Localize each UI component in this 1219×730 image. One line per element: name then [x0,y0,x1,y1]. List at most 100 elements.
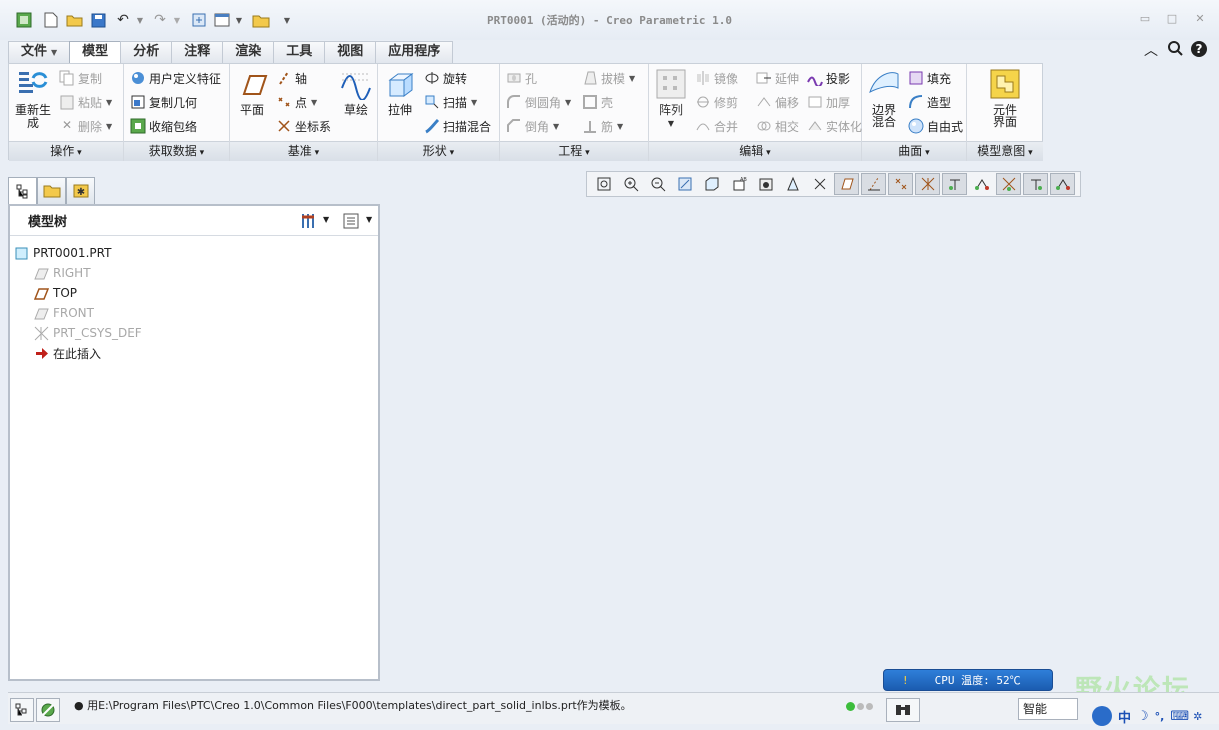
zoom-in-icon[interactable] [618,173,643,195]
group-label-editing[interactable]: 编辑 [649,141,861,161]
tab-model[interactable]: 模型 [69,41,122,64]
tab-tools[interactable]: 工具 [273,41,326,63]
tree-item-front[interactable]: FRONT [34,303,94,323]
help-icon[interactable]: ? [1190,40,1208,60]
copy-button[interactable]: 复制 [59,68,102,88]
hole-button[interactable]: 孔 [506,68,537,88]
favorites-tab-icon[interactable]: ✱ [66,177,95,204]
shell-button[interactable]: 壳 [582,92,613,112]
point-button[interactable]: 点 ▼ [276,92,317,112]
sketch-button[interactable]: 草绘 [338,68,374,117]
point-display-icon[interactable] [888,173,913,195]
find-icon[interactable] [886,698,920,722]
tab-applications[interactable]: 应用程序 [375,41,454,63]
solidify-button[interactable]: 实体化 [807,116,862,136]
spin-center-icon[interactable] [807,173,832,195]
punctuation-icon[interactable]: °, [1155,710,1165,723]
show-options-dropdown-icon[interactable]: ▼ [366,215,372,224]
ime-logo-icon[interactable] [1092,706,1112,726]
ime-mode[interactable]: 中 [1118,707,1131,726]
delete-button[interactable]: ✕ 删除 ▼ [59,116,112,136]
plane-display-icon[interactable] [834,173,859,195]
tab-render[interactable]: 渲染 [222,41,275,63]
sweep-button[interactable]: 扫描 ▼ [424,92,477,112]
tab-file[interactable]: 文件 ▼ [8,41,71,63]
datum-tag-icon[interactable] [996,173,1021,195]
freestyle-button[interactable]: 自由式 [908,116,963,136]
intersect-button[interactable]: 相交 [756,116,799,136]
note-display-icon[interactable] [1023,173,1048,195]
project-button[interactable]: 投影 [807,68,850,88]
extrude-button[interactable]: 拉伸 [382,68,418,117]
style-button[interactable]: 造型 [908,92,951,112]
minimize-icon[interactable]: ▭ [1138,12,1152,25]
tab-annotate[interactable]: 注释 [171,41,224,63]
mirror-button[interactable]: 镜像 [695,68,738,88]
tree-item-csys[interactable]: PRT_CSYS_DEF [34,323,142,343]
tree-item-insert-here[interactable]: 在此插入 [34,343,101,363]
connection-display-icon[interactable] [1050,173,1075,195]
maximize-icon[interactable]: □ [1165,12,1179,25]
tree-settings-icon[interactable] [300,212,320,234]
copy-geometry-button[interactable]: 复制几何 [130,92,197,112]
pattern-button[interactable]: 阵列 ▼ [653,68,689,130]
boundary-blend-button[interactable]: 边界混合 [864,68,904,128]
search-icon[interactable] [1167,40,1183,60]
axis-button[interactable]: 轴 [276,68,307,88]
group-label-operations[interactable]: 操作 [9,141,123,161]
moon-icon[interactable]: ☽ [1137,709,1149,724]
csys-display-icon[interactable] [915,173,940,195]
group-label-get-data[interactable]: 获取数据 [124,141,229,161]
tab-analysis[interactable]: 分析 [120,41,173,63]
thicken-button[interactable]: 加厚 [807,92,850,112]
keyboard-icon[interactable]: ⌨ [1170,709,1189,724]
graphics-window[interactable] [384,202,1214,688]
refit-icon[interactable] [591,173,616,195]
regenerate-button[interactable]: 重新生成 [11,68,55,130]
group-label-model-intent[interactable]: 模型意图 [967,141,1043,161]
round-button[interactable]: 倒圆角 ▼ [506,92,571,112]
spin-center-toggle-icon[interactable] [969,173,994,195]
merge-button[interactable]: 合并 [695,116,738,136]
tree-settings-dropdown-icon[interactable]: ▼ [323,215,329,224]
group-label-engineering[interactable]: 工程 [500,141,648,161]
group-label-shapes[interactable]: 形状 [378,141,499,161]
component-interface-button[interactable]: 元件界面 [985,68,1025,128]
chamfer-button[interactable]: 倒角 ▼ [506,116,559,136]
shrinkwrap-button[interactable]: 收缩包络 [130,116,197,136]
group-label-datum[interactable]: 基准 [230,141,377,161]
zoom-out-icon[interactable] [645,173,670,195]
group-label-surfaces[interactable]: 曲面 [862,141,966,161]
settings-icon[interactable]: ✲ [1193,710,1202,723]
show-options-icon[interactable] [342,212,360,234]
model-tree-tab-icon[interactable] [8,177,37,204]
perspective-icon[interactable] [780,173,805,195]
fill-button[interactable]: 填充 [908,68,951,88]
annotation-display-icon[interactable] [942,173,967,195]
revolve-button[interactable]: 旋转 [424,68,467,88]
selection-filter-select[interactable]: 智能 [1018,698,1078,720]
toggle-browser-icon[interactable] [36,698,60,722]
view-manager-icon[interactable] [753,173,778,195]
repaint-icon[interactable] [672,173,697,195]
collapse-ribbon-icon[interactable]: ︿ [1144,40,1158,60]
offset-button[interactable]: 偏移 [756,92,799,112]
tree-item-right[interactable]: RIGHT [34,263,91,283]
tree-item-top[interactable]: TOP [33,283,77,303]
toggle-navigator-icon[interactable] [10,698,34,722]
rib-button[interactable]: 筋 ▼ [582,116,623,136]
saved-orientations-icon[interactable]: AB [726,173,751,195]
display-style-icon[interactable] [699,173,724,195]
folder-browser-tab-icon[interactable] [37,177,66,204]
udf-button[interactable]: 用户定义特征 [130,68,221,88]
swept-blend-button[interactable]: 扫描混合 [424,116,491,136]
paste-button[interactable]: 粘贴 ▼ [59,92,112,112]
extend-button[interactable]: 延伸 [756,68,799,88]
csys-button[interactable]: 坐标系 [276,116,331,136]
tree-item-part[interactable]: PRT0001.PRT [14,243,111,263]
axis-display-icon[interactable] [861,173,886,195]
trim-button[interactable]: 修剪 [695,92,738,112]
close-icon[interactable]: ✕ [1193,12,1207,25]
draft-button[interactable]: 拔模 ▼ [582,68,635,88]
tab-view[interactable]: 视图 [324,41,377,63]
